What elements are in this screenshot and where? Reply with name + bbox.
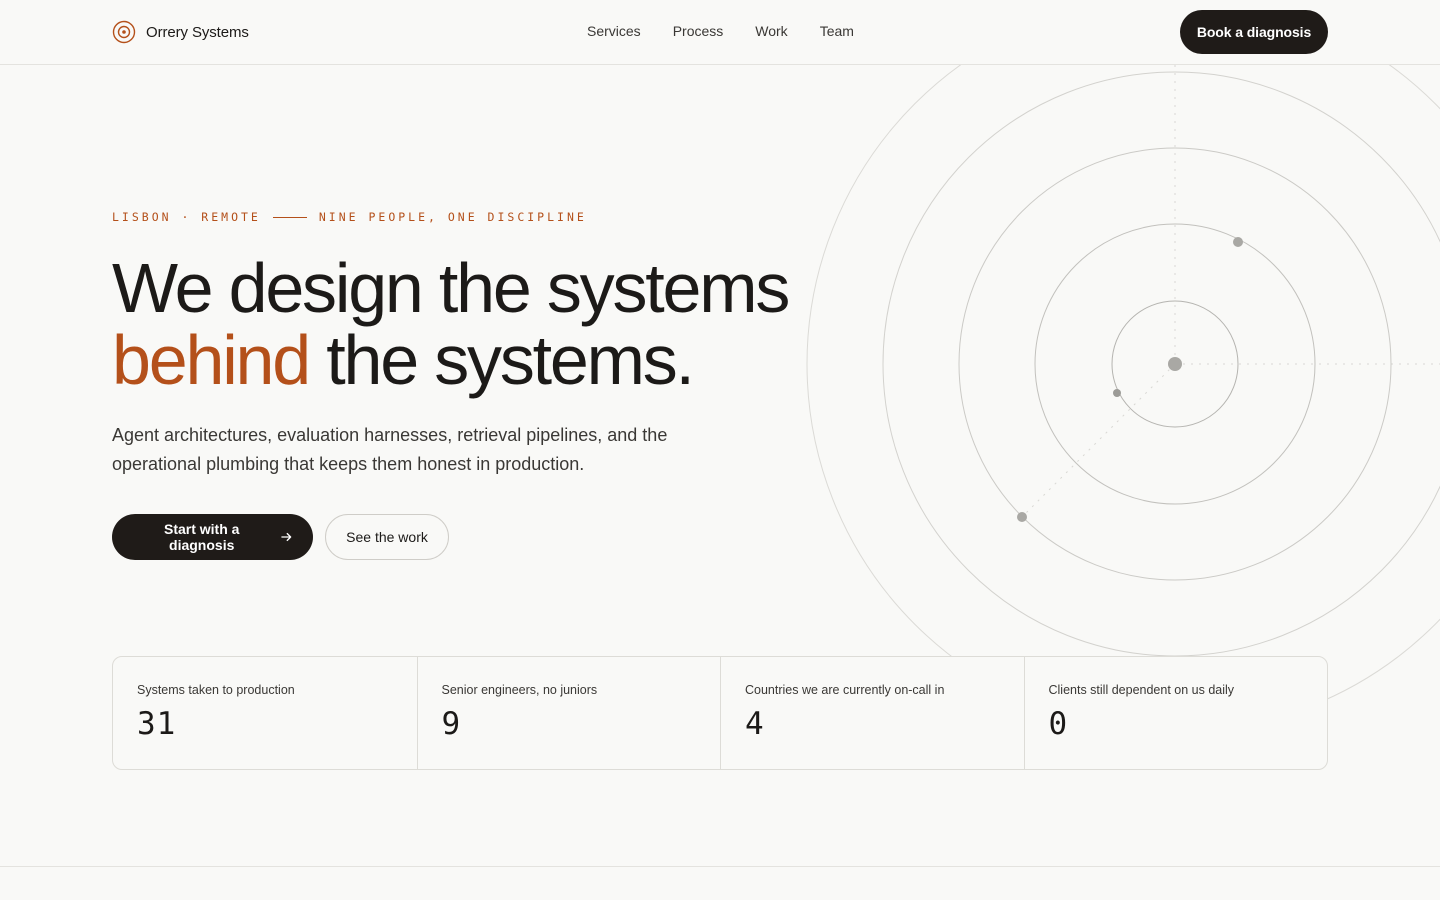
arrow-right-icon — [281, 532, 292, 542]
main-nav: Services Process Work Team — [587, 23, 854, 39]
book-diagnosis-button[interactable]: Book a diagnosis — [1180, 10, 1328, 54]
site-header: Orrery Systems Services Process Work Tea… — [0, 0, 1440, 65]
hero-cta-row: Start with a diagnosis See the work — [112, 514, 449, 560]
start-diagnosis-label: Start with a diagnosis — [163, 521, 240, 553]
hero-eyebrow: LISBON · REMOTE NINE PEOPLE, ONE DISCIPL… — [112, 210, 587, 224]
orrery-logo-icon — [112, 20, 136, 44]
headline-accent: behind — [112, 321, 311, 399]
stat-card: Systems taken to production 31 — [113, 657, 417, 769]
start-diagnosis-button[interactable]: Start with a diagnosis — [112, 514, 313, 560]
eyebrow-location: LISBON · REMOTE — [112, 210, 261, 224]
stat-label: Clients still dependent on us daily — [1048, 683, 1235, 697]
headline-line-1: We design the systems — [112, 249, 790, 327]
nav-item-services[interactable]: Services — [587, 23, 641, 39]
hero-subcopy: Agent architectures, evaluation harnesse… — [112, 425, 668, 474]
headline-rest: the systems. — [309, 321, 695, 399]
eyebrow-team: NINE PEOPLE, ONE DISCIPLINE — [318, 210, 587, 224]
stat-value: 9 — [441, 706, 462, 742]
nav-item-process[interactable]: Process — [673, 23, 724, 39]
hero-headline: We design the systems behind the systems… — [112, 252, 872, 396]
stats-panel: Systems taken to production 31 Senior en… — [112, 656, 1328, 770]
stat-label: Countries we are currently on-call in — [745, 683, 945, 697]
nav-item-team[interactable]: Team — [820, 23, 854, 39]
stat-card: Countries we are currently on-call in 4 — [720, 657, 1024, 769]
brand-name: Orrery Systems — [146, 23, 249, 41]
stat-label: Systems taken to production — [137, 683, 295, 697]
see-work-button[interactable]: See the work — [325, 514, 449, 560]
brand[interactable]: Orrery Systems — [112, 19, 249, 45]
stat-value: 31 — [137, 706, 177, 742]
stat-value: 4 — [745, 706, 765, 742]
stat-value: 0 — [1048, 706, 1069, 742]
stat-card: Clients still dependent on us daily 0 — [1023, 657, 1328, 769]
stat-card: Senior engineers, no juniors 9 — [416, 657, 721, 769]
section-divider — [0, 866, 1440, 867]
eyebrow-divider — [272, 216, 307, 218]
nav-item-work[interactable]: Work — [755, 23, 787, 39]
stat-label: Senior engineers, no juniors — [441, 683, 598, 697]
